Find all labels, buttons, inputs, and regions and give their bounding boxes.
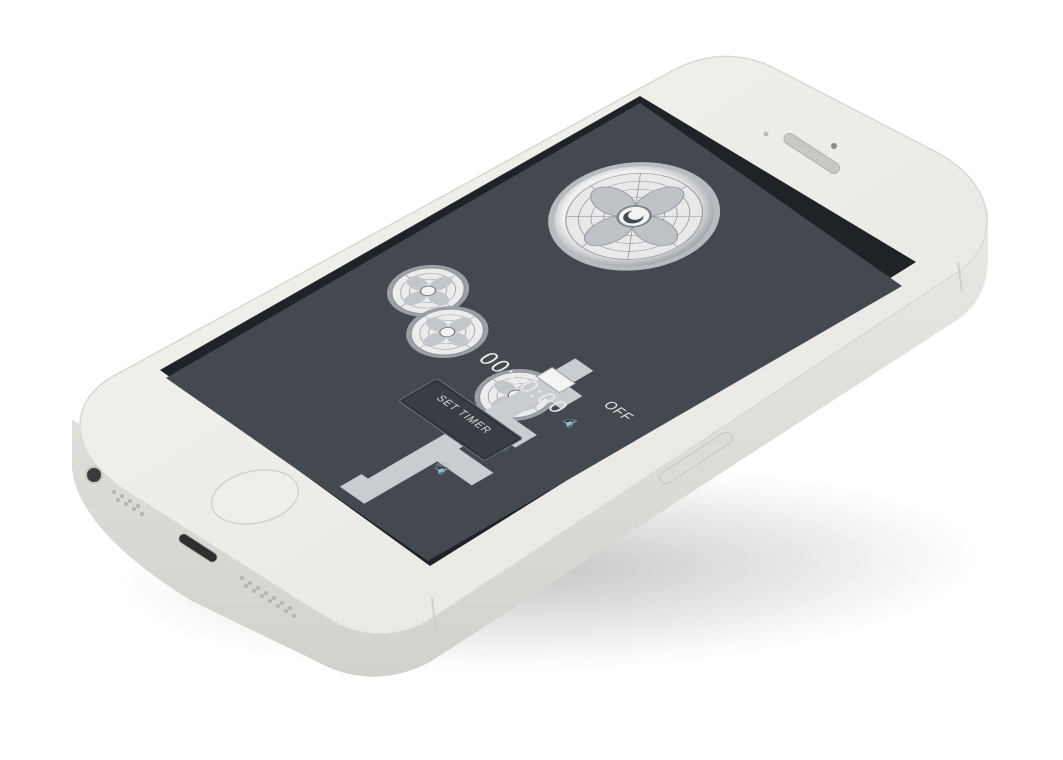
device-scene: OFF 🔈 🔉 🔊 00:00:00 SET TIMER	[0, 0, 1063, 760]
fan-large-icon[interactable]	[510, 137, 759, 295]
headphone-jack	[85, 466, 103, 484]
proximity-sensor	[763, 131, 769, 137]
front-camera	[831, 143, 837, 149]
